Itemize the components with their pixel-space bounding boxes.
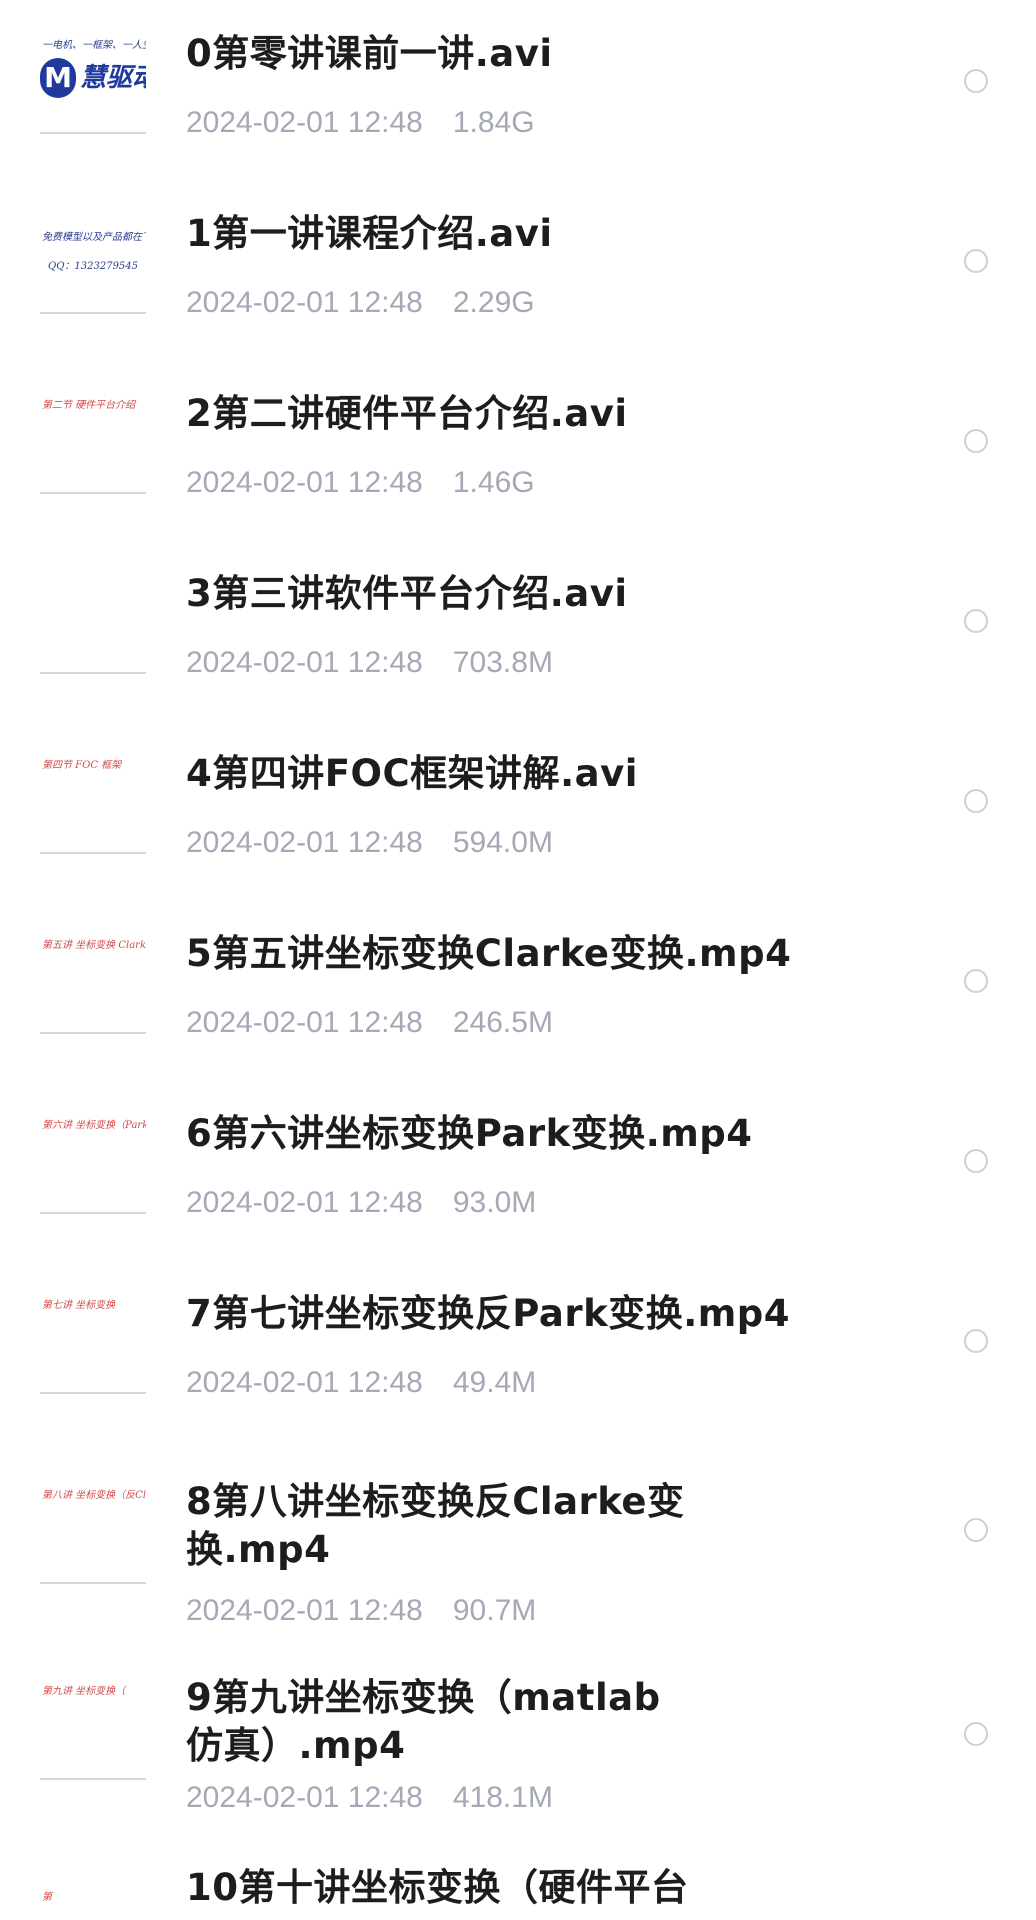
file-title: 6第六讲坐标变换Park变换.mp4 bbox=[186, 1112, 753, 1155]
thumbnail-caption: 一电机、一框架、一人生 bbox=[42, 40, 146, 51]
select-radio[interactable] bbox=[964, 1149, 988, 1173]
video-thumbnail[interactable]: 免费模型以及产品都在下面 QQ：1323279545 bbox=[40, 208, 146, 314]
thumbnail-divider bbox=[40, 132, 146, 134]
file-date: 2024-02-01 12:48 bbox=[186, 1594, 423, 1627]
file-meta: 2024-02-01 12:48 1.46G bbox=[186, 465, 886, 501]
file-meta: 2024-02-01 12:48 594.0M bbox=[186, 825, 886, 861]
select-radio[interactable] bbox=[964, 249, 988, 273]
thumbnail-caption: 第八讲 坐标变换（反Clarke bbox=[42, 1490, 146, 1501]
file-row[interactable]: 免费模型以及产品都在下面 QQ：1323279545 1第一讲课程介绍.avi … bbox=[0, 180, 1036, 350]
file-date: 2024-02-01 12:48 bbox=[186, 646, 423, 679]
file-date: 2024-02-01 12:48 bbox=[186, 1781, 423, 1814]
file-title: 9第九讲坐标变换（matlab仿真）.mp4 bbox=[186, 1676, 661, 1767]
file-title: 10第十讲坐标变换（硬件平台 bbox=[186, 1866, 689, 1909]
select-radio[interactable] bbox=[964, 609, 988, 633]
file-date: 2024-02-01 12:48 bbox=[186, 286, 423, 319]
video-thumbnail[interactable]: 第二节 硬件平台介绍 bbox=[40, 388, 146, 494]
file-size: 93.0M bbox=[452, 1186, 537, 1219]
file-list: 一电机、一框架、一人生 M 慧驱动 0第零讲课前一讲.avi 2024-02-0… bbox=[0, 0, 1036, 1920]
video-thumbnail[interactable]: 第八讲 坐标变换（反Clarke bbox=[40, 1478, 146, 1584]
logo: M 慧驱动 bbox=[40, 58, 146, 102]
file-title: 3第三讲软件平台介绍.avi bbox=[186, 572, 628, 615]
file-row[interactable]: 第七讲 坐标变换 7第七讲坐标变换反Park变换.mp4 2024-02-01 … bbox=[0, 1260, 1036, 1430]
file-meta: 2024-02-01 12:48 246.5M bbox=[186, 1005, 886, 1041]
file-title: 8第八讲坐标变换反Clarke变换.mp4 bbox=[186, 1480, 685, 1571]
thumbnail-caption: 第五讲 坐标变换 Clarke bbox=[42, 940, 146, 951]
select-radio[interactable] bbox=[964, 789, 988, 813]
thumbnail-caption: 免费模型以及产品都在下面 bbox=[42, 232, 146, 243]
file-title: 5第五讲坐标变换Clarke变换.mp4 bbox=[186, 932, 792, 975]
video-thumbnail[interactable]: 第四节 FOC 框架 bbox=[40, 748, 146, 854]
thumbnail-divider bbox=[40, 1212, 146, 1214]
select-radio[interactable] bbox=[964, 1722, 988, 1746]
file-row[interactable]: 第二节 硬件平台介绍 2第二讲硬件平台介绍.avi 2024-02-01 12:… bbox=[0, 360, 1036, 530]
file-size: 703.8M bbox=[452, 646, 553, 679]
select-radio[interactable] bbox=[964, 1329, 988, 1353]
file-size: 49.4M bbox=[452, 1366, 537, 1399]
select-radio[interactable] bbox=[964, 1518, 988, 1542]
file-row[interactable]: 第八讲 坐标变换（反Clarke 8第八讲坐标变换反Clarke变换.mp4 2… bbox=[0, 1440, 1036, 1630]
file-row[interactable]: 一电机、一框架、一人生 M 慧驱动 0第零讲课前一讲.avi 2024-02-0… bbox=[0, 0, 1036, 170]
file-meta: 2024-02-01 12:48 93.0M bbox=[186, 1185, 886, 1221]
video-thumbnail[interactable]: 一电机、一框架、一人生 M 慧驱动 bbox=[40, 28, 146, 134]
file-row[interactable]: 第六讲 坐标变换（Park变换 6第六讲坐标变换Park变换.mp4 2024-… bbox=[0, 1080, 1036, 1250]
thumbnail-divider bbox=[40, 1582, 146, 1584]
file-meta: 2024-02-01 12:48 418.1M bbox=[186, 1780, 886, 1816]
thumbnail-divider bbox=[40, 1392, 146, 1394]
select-radio[interactable] bbox=[964, 969, 988, 993]
select-radio[interactable] bbox=[964, 69, 988, 93]
file-meta: 2024-02-01 12:48 1.84G bbox=[186, 105, 886, 141]
file-date: 2024-02-01 12:48 bbox=[186, 1186, 423, 1219]
file-meta: 2024-02-01 12:48 49.4M bbox=[186, 1365, 886, 1401]
video-thumbnail[interactable]: 第六讲 坐标变换（Park变换 bbox=[40, 1108, 146, 1214]
file-row[interactable]: 第四节 FOC 框架 4第四讲FOC框架讲解.avi 2024-02-01 12… bbox=[0, 720, 1036, 890]
file-title: 4第四讲FOC框架讲解.avi bbox=[186, 752, 638, 795]
thumbnail-contact: QQ：1323279545 bbox=[48, 261, 139, 272]
video-thumbnail[interactable] bbox=[40, 568, 146, 674]
file-row[interactable]: 3第三讲软件平台介绍.avi 2024-02-01 12:48 703.8M bbox=[0, 540, 1036, 710]
file-row[interactable]: 第 10第十讲坐标变换（硬件平台 bbox=[0, 1850, 1036, 1920]
thumbnail-caption: 第二节 硬件平台介绍 bbox=[42, 400, 136, 411]
video-thumbnail[interactable]: 第九讲 坐标变换（ bbox=[40, 1674, 146, 1780]
file-meta: 2024-02-01 12:48 2.29G bbox=[186, 285, 886, 321]
file-row[interactable]: 第五讲 坐标变换 Clarke 5第五讲坐标变换Clarke变换.mp4 202… bbox=[0, 900, 1036, 1070]
video-thumbnail[interactable]: 第七讲 坐标变换 bbox=[40, 1288, 146, 1394]
video-thumbnail[interactable]: 第五讲 坐标变换 Clarke bbox=[40, 928, 146, 1034]
thumbnail-caption: 第七讲 坐标变换 bbox=[42, 1300, 116, 1311]
file-date: 2024-02-01 12:48 bbox=[186, 1366, 423, 1399]
file-date: 2024-02-01 12:48 bbox=[186, 106, 423, 139]
thumbnail-caption: 第九讲 坐标变换（ bbox=[42, 1686, 126, 1697]
file-size: 594.0M bbox=[452, 826, 553, 859]
select-radio[interactable] bbox=[964, 429, 988, 453]
thumbnail-caption: 第四节 FOC 框架 bbox=[42, 760, 122, 771]
file-size: 90.7M bbox=[452, 1594, 537, 1627]
file-date: 2024-02-01 12:48 bbox=[186, 826, 423, 859]
file-size: 246.5M bbox=[452, 1006, 553, 1039]
file-size: 418.1M bbox=[452, 1781, 553, 1814]
thumbnail-divider bbox=[40, 1032, 146, 1034]
file-title: 1第一讲课程介绍.avi bbox=[186, 212, 553, 255]
file-date: 2024-02-01 12:48 bbox=[186, 1006, 423, 1039]
thumbnail-caption bbox=[42, 578, 146, 594]
thumbnail-divider bbox=[40, 852, 146, 854]
thumbnail-divider bbox=[40, 492, 146, 494]
logo-text: 慧驱动 bbox=[80, 63, 146, 93]
file-row[interactable]: 第九讲 坐标变换（ 9第九讲坐标变换（matlab仿真）.mp4 2024-02… bbox=[0, 1640, 1036, 1830]
file-size: 2.29G bbox=[452, 286, 535, 319]
thumbnail-divider bbox=[40, 1778, 146, 1780]
thumbnail-caption: 第 bbox=[42, 1892, 52, 1903]
file-date: 2024-02-01 12:48 bbox=[186, 466, 423, 499]
file-meta: 2024-02-01 12:48 90.7M bbox=[186, 1593, 886, 1629]
file-title: 2第二讲硬件平台介绍.avi bbox=[186, 392, 628, 435]
file-size: 1.84G bbox=[452, 106, 535, 139]
thumbnail-divider bbox=[40, 312, 146, 314]
thumbnail-divider bbox=[40, 672, 146, 674]
video-thumbnail[interactable]: 第 bbox=[40, 1880, 146, 1920]
file-meta: 2024-02-01 12:48 703.8M bbox=[186, 645, 886, 681]
thumbnail-caption: 第六讲 坐标变换（Park变换 bbox=[42, 1120, 146, 1131]
file-title: 7第七讲坐标变换反Park变换.mp4 bbox=[186, 1292, 791, 1335]
logo-letter: M bbox=[40, 58, 76, 98]
file-size: 1.46G bbox=[452, 466, 535, 499]
file-title: 0第零讲课前一讲.avi bbox=[186, 32, 553, 75]
